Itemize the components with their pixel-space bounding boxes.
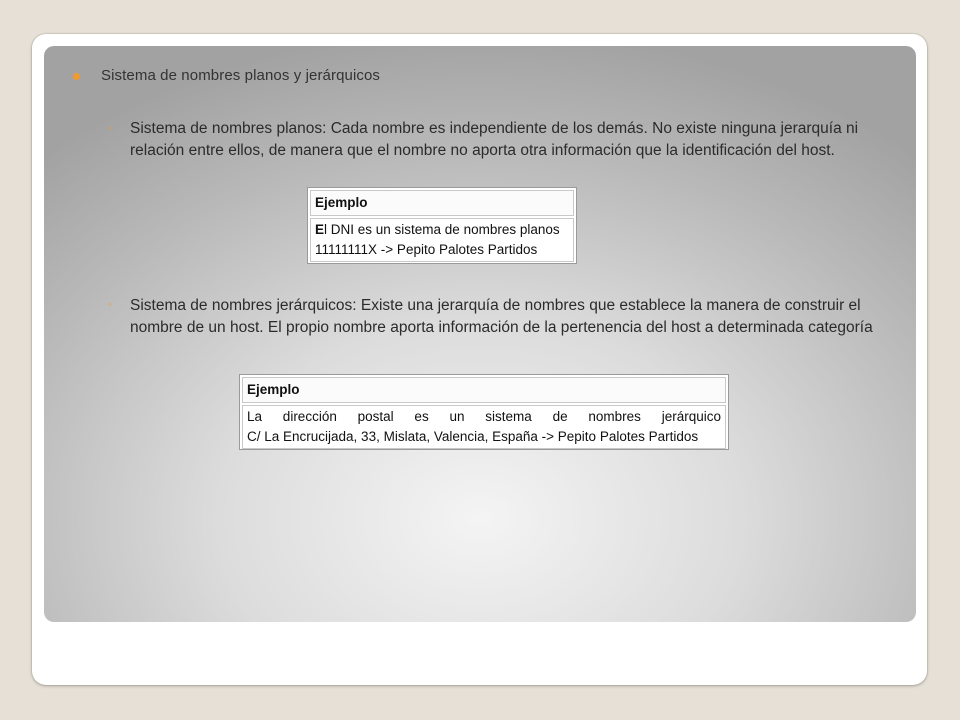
example-line: La dirección postal es un sistema de nom… [247,409,721,424]
hierarchical-names-description: Sistema de nombres jerárquicos: Existe u… [130,297,873,336]
sub-bullet-icon: ◦ [108,123,112,135]
example-line: 11111111X -> Pepito Palotes Partidos [315,242,538,257]
sub-bullet-icon: ◦ [108,299,112,311]
example-line-initial: E [315,222,325,237]
example-body: El DNI es un sistema de nombres planos 1… [310,218,574,262]
flat-names-description: Sistema de nombres planos: Cada nombre e… [130,120,859,159]
example-line: C/ La Encrucijada, 33, Mislata, Valencia… [247,429,699,444]
hierarchical-names-example-box: Ejemplo La dirección postal es un sistem… [239,374,729,450]
example-title: Ejemplo [310,190,574,216]
example-body: La dirección postal es un sistema de nom… [242,405,726,449]
example-line: El DNI es un sistema de nombres planos [315,220,569,240]
flat-names-example-box: Ejemplo El DNI es un sistema de nombres … [307,187,577,264]
example-title: Ejemplo [242,377,726,403]
bullet-dot-icon [73,73,80,80]
slide-heading: Sistema de nombres planos y jerárquicos [101,67,381,84]
example-line-rest: l DNI es un sistema de nombres planos [324,222,560,237]
